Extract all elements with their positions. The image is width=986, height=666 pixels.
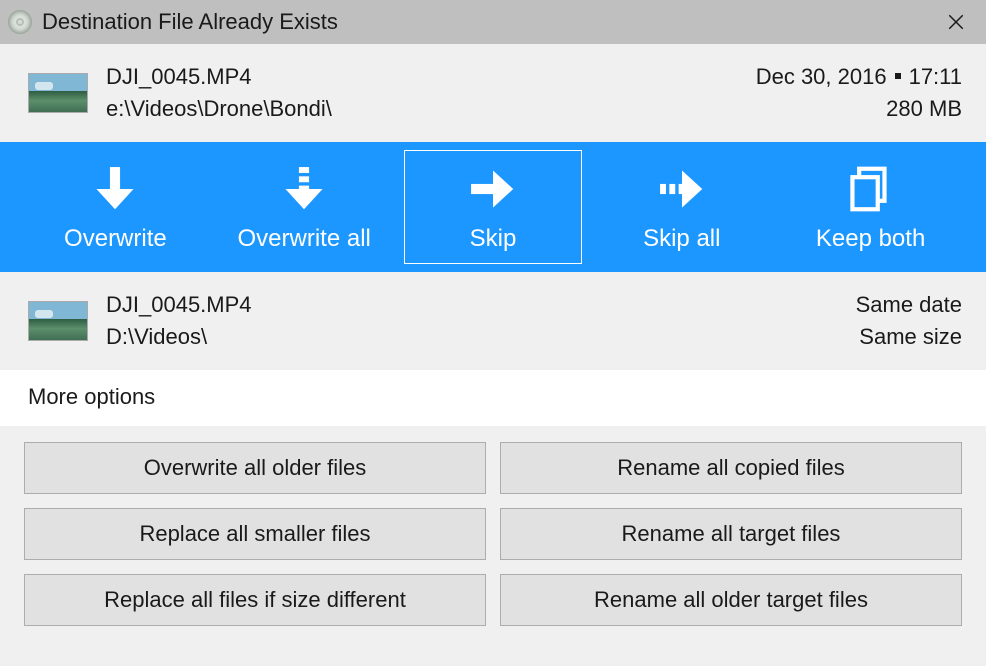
- destination-file-meta: Same date Same size: [856, 292, 962, 350]
- destination-file-text: DJI_0045.MP4 D:\Videos\: [106, 292, 252, 350]
- overwrite-all-older-button[interactable]: Overwrite all older files: [24, 442, 486, 494]
- keep-both-button[interactable]: Keep both: [781, 150, 960, 264]
- source-path: e:\Videos\Drone\Bondi\: [106, 96, 332, 122]
- overwrite-button[interactable]: Overwrite: [26, 150, 205, 264]
- rename-all-target-button[interactable]: Rename all target files: [500, 508, 962, 560]
- arrow-right-dashed-icon: [652, 161, 712, 217]
- close-icon: [947, 13, 965, 31]
- more-options-header: More options: [0, 370, 986, 426]
- source-date-time: Dec 30, 2016 17:11: [756, 64, 962, 90]
- replace-all-smaller-button[interactable]: Replace all smaller files: [24, 508, 486, 560]
- window-title: Destination File Already Exists: [42, 9, 942, 35]
- destination-date-status: Same date: [856, 292, 962, 318]
- source-file-meta: Dec 30, 2016 17:11 280 MB: [756, 64, 962, 122]
- rename-older-target-button[interactable]: Rename all older target files: [500, 574, 962, 626]
- dialog-window: Destination File Already Exists DJI_0045…: [0, 0, 986, 666]
- overwrite-all-button[interactable]: Overwrite all: [215, 150, 394, 264]
- destination-file-row: DJI_0045.MP4 D:\Videos\ Same date Same s…: [0, 272, 986, 370]
- arrow-down-icon: [85, 161, 145, 217]
- arrow-down-dashed-icon: [274, 161, 334, 217]
- action-bar: Overwrite Overwrite all Skip: [0, 142, 986, 272]
- destination-filename: DJI_0045.MP4: [106, 292, 252, 318]
- close-button[interactable]: [942, 8, 970, 36]
- skip-all-button[interactable]: Skip all: [592, 150, 771, 264]
- source-filename: DJI_0045.MP4: [106, 64, 332, 90]
- skip-button[interactable]: Skip: [404, 150, 583, 264]
- source-size: 280 MB: [756, 96, 962, 122]
- dot-separator-icon: [895, 73, 901, 79]
- arrow-right-icon: [463, 161, 523, 217]
- more-options-panel: Overwrite all older files Rename all cop…: [0, 426, 986, 650]
- skip-all-label: Skip all: [643, 225, 720, 253]
- rename-all-copied-button[interactable]: Rename all copied files: [500, 442, 962, 494]
- keep-both-label: Keep both: [816, 225, 925, 253]
- destination-path: D:\Videos\: [106, 324, 252, 350]
- overwrite-all-label: Overwrite all: [238, 225, 371, 253]
- replace-diff-size-button[interactable]: Replace all files if size different: [24, 574, 486, 626]
- source-time: 17:11: [909, 64, 962, 89]
- source-file-text: DJI_0045.MP4 e:\Videos\Drone\Bondi\: [106, 64, 332, 122]
- source-date: Dec 30, 2016: [756, 64, 887, 89]
- app-icon: [8, 10, 32, 34]
- overwrite-label: Overwrite: [64, 225, 167, 253]
- source-thumbnail: [28, 73, 88, 113]
- skip-label: Skip: [470, 225, 517, 253]
- titlebar: Destination File Already Exists: [0, 0, 986, 44]
- destination-size-status: Same size: [856, 324, 962, 350]
- copy-icon: [841, 161, 901, 217]
- source-file-row: DJI_0045.MP4 e:\Videos\Drone\Bondi\ Dec …: [0, 44, 986, 142]
- destination-thumbnail: [28, 301, 88, 341]
